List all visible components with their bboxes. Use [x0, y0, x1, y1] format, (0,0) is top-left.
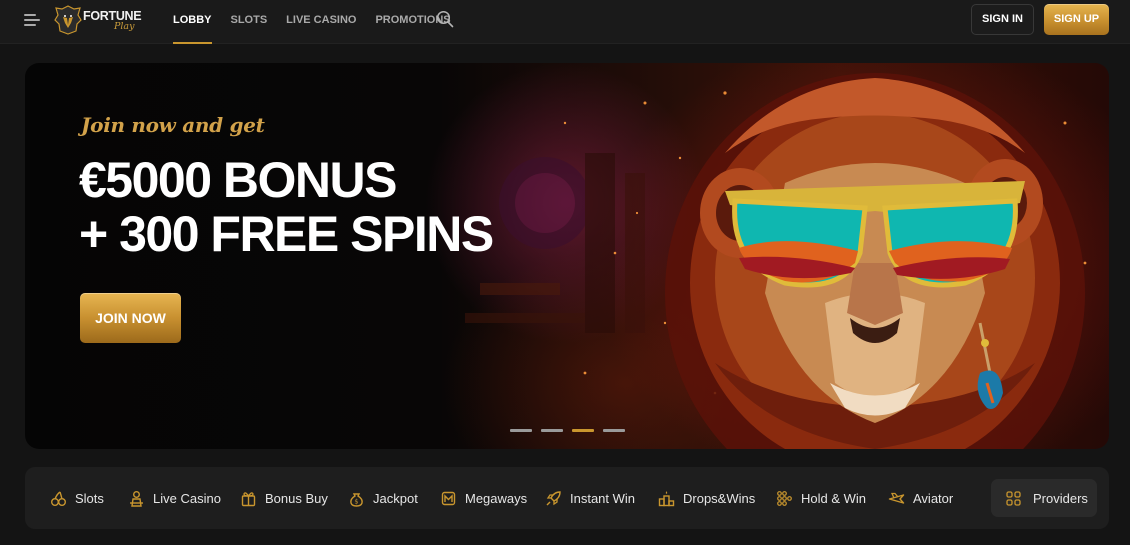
- carousel-dot-1[interactable]: [510, 429, 532, 432]
- lion-logo-icon: [54, 5, 82, 35]
- logo-script: Play: [114, 21, 135, 32]
- podium-icon: [658, 490, 675, 506]
- carousel-dot-4[interactable]: [603, 429, 625, 432]
- sign-in-button[interactable]: SIGN IN: [971, 4, 1034, 35]
- main-nav: LOBBY SLOTS LIVE CASINO PROMOTIONS: [166, 0, 463, 44]
- nav-live-casino[interactable]: LIVE CASINO: [279, 0, 363, 44]
- category-slots[interactable]: Slots: [50, 487, 104, 509]
- hero-headline-free-spins: + 300 FREE SPINS: [79, 206, 494, 262]
- nav-lobby[interactable]: LOBBY: [166, 0, 219, 44]
- nav-slots[interactable]: SLOTS: [224, 0, 275, 44]
- category-drops-wins[interactable]: Drops&Wins: [658, 487, 755, 509]
- category-bar: Slots Live Casino Bonus Buy $ Jackpot Me…: [25, 467, 1109, 529]
- hero-banner[interactable]: Join now and get €5000 BONUS + 300 FREE …: [25, 63, 1109, 449]
- category-label: Aviator: [913, 490, 954, 506]
- category-label: Live Casino: [153, 490, 221, 506]
- fortune-play-logo[interactable]: FORTUNE Play: [54, 3, 146, 39]
- cherries-icon: [51, 490, 66, 506]
- search-icon[interactable]: [436, 10, 454, 28]
- sign-up-button[interactable]: SIGN UP: [1044, 4, 1109, 35]
- join-now-button[interactable]: JOIN NOW: [80, 293, 181, 343]
- category-instant-win[interactable]: Instant Win: [545, 487, 635, 509]
- category-label: Jackpot: [373, 490, 418, 506]
- gift-icon: [241, 491, 256, 506]
- svg-text:$: $: [354, 497, 358, 505]
- category-label: Instant Win: [570, 490, 636, 506]
- category-bonus-buy[interactable]: Bonus Buy: [240, 487, 328, 509]
- category-jackpot[interactable]: $ Jackpot: [348, 487, 418, 509]
- category-label: Megaways: [465, 490, 528, 506]
- top-navigation-bar: FORTUNE Play LOBBY SLOTS LIVE CASINO PRO…: [0, 0, 1130, 44]
- providers-label: Providers: [1033, 490, 1088, 506]
- dealer-icon: [130, 490, 143, 507]
- category-megaways[interactable]: Megaways: [440, 487, 527, 509]
- category-label: Hold & Win: [801, 490, 867, 506]
- category-aviator[interactable]: Aviator: [888, 487, 953, 509]
- money-bag-icon: $: [350, 492, 363, 507]
- carousel-dot-2[interactable]: [541, 429, 563, 432]
- carousel-indicators: [510, 429, 634, 432]
- rocket-icon: [546, 490, 561, 505]
- category-label: Slots: [75, 490, 104, 506]
- carousel-dot-3[interactable]: [572, 429, 594, 432]
- hero-headline-bonus: €5000 BONUS: [79, 152, 398, 208]
- grid-dots-icon: [777, 490, 792, 506]
- providers-button[interactable]: Providers: [991, 479, 1097, 517]
- megaways-icon: [441, 491, 456, 505]
- category-hold-win[interactable]: Hold & Win: [776, 487, 866, 509]
- hamburger-menu-icon[interactable]: [24, 12, 42, 28]
- hero-eyebrow: Join now and get: [81, 113, 265, 137]
- plane-icon: [888, 492, 905, 504]
- providers-grid-icon: [1006, 490, 1021, 506]
- category-label: Bonus Buy: [265, 490, 328, 506]
- category-live-casino[interactable]: Live Casino: [128, 487, 221, 509]
- category-label: Drops&Wins: [683, 490, 756, 506]
